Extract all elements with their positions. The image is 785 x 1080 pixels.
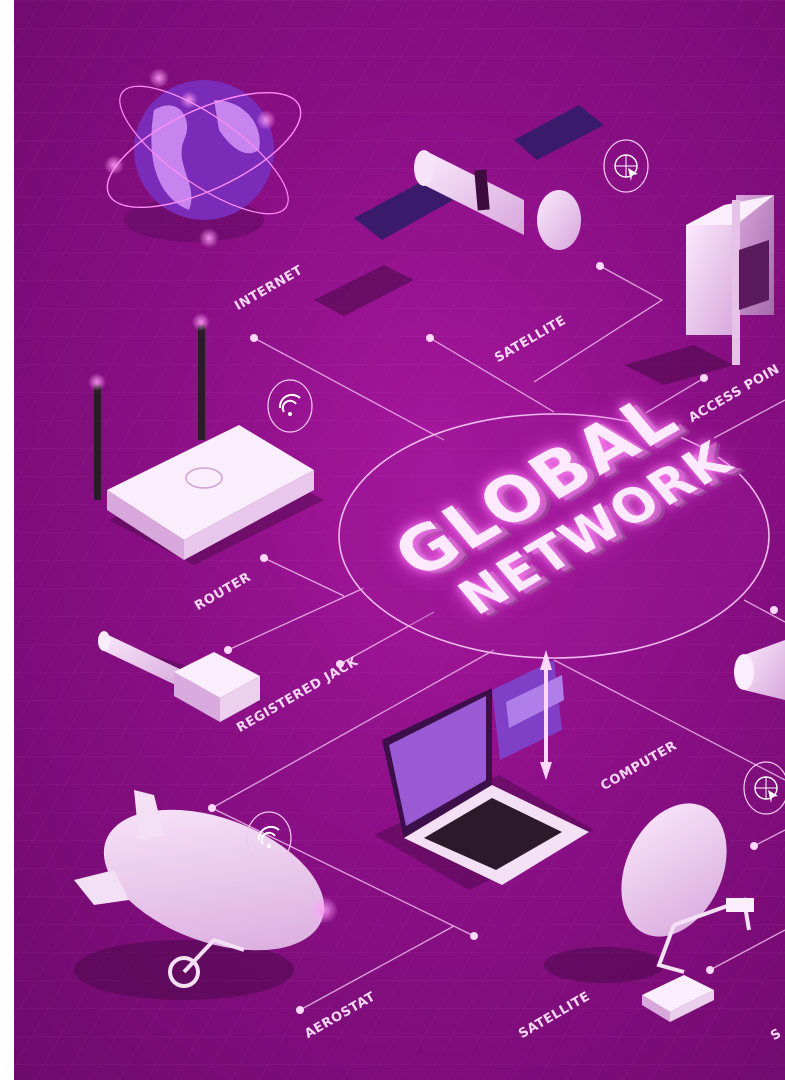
illustration-canvas: GLOBAL NETWORK INTERNET SATELLITE ACCESS…	[14, 0, 785, 1080]
